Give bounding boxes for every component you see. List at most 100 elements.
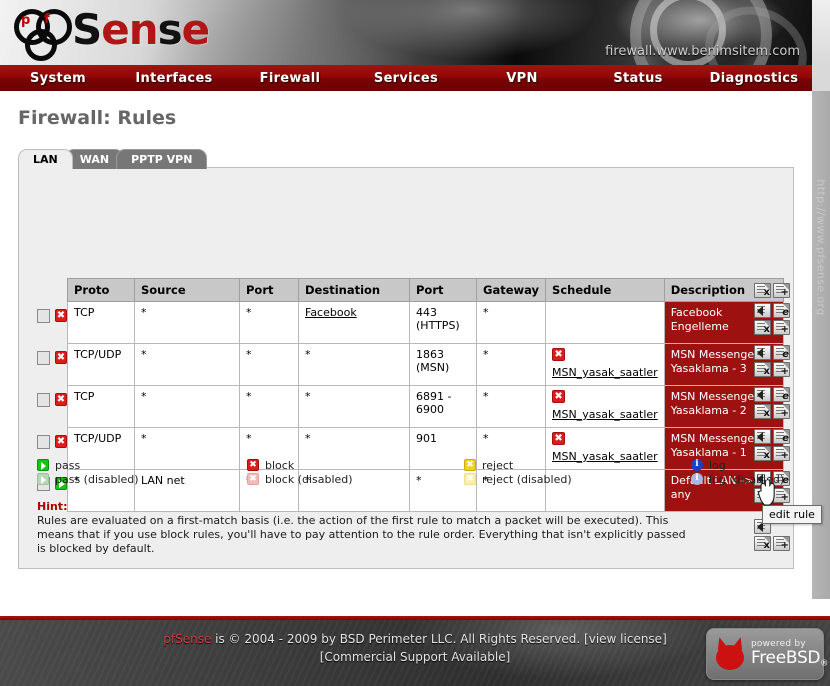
pfsense-gear-icon: p f <box>14 7 72 61</box>
column-header-destination: Destination <box>298 278 410 302</box>
log-disabled-icon <box>691 472 703 485</box>
log-icon <box>691 458 703 471</box>
cell-source-1: * <box>134 301 240 344</box>
add-new-rule-icon[interactable]: + <box>773 536 790 551</box>
edit-rule-icon-1[interactable]: e <box>773 303 790 318</box>
edit-rule-icon-4[interactable]: e <box>773 429 790 444</box>
add-new-rule-bottom-icon[interactable]: + <box>773 283 790 298</box>
row-checkbox-1[interactable] <box>37 309 50 323</box>
cell-proto-3: TCP <box>67 385 135 428</box>
schedule-block-icon-3[interactable] <box>552 390 566 403</box>
page-footer: pfSense is © 2004 - 2009 by BSD Perimete… <box>0 620 830 686</box>
page-header: p f Sense firewall.www.benimsitem.com <box>0 0 812 65</box>
gutter-header-spacer <box>37 278 67 303</box>
row-checkbox-3[interactable] <box>37 393 50 407</box>
cell-schedule-3: MSN_yasak_saatler <box>545 385 665 428</box>
pfsense-url-watermark: http://www.pfsense.org <box>814 179 828 316</box>
legend-label-block: block <box>265 458 295 472</box>
move-rule-icon-2[interactable] <box>754 345 771 360</box>
nav-item-firewall[interactable]: Firewall <box>232 71 348 86</box>
cell-schedule-1 <box>545 301 665 344</box>
delete-rule-icon-2[interactable]: x <box>754 362 771 377</box>
status-block-icon-1[interactable] <box>54 309 67 322</box>
logo-letter-f: f <box>44 12 50 27</box>
cell-gateway-1: * <box>475 301 547 344</box>
table-header-row: Proto Source Port Destination Port Gatew… <box>67 278 784 302</box>
legend-item-log: log <box>691 458 784 472</box>
nav-item-diagnostics[interactable]: Diagnostics <box>696 71 812 86</box>
row-checkbox-2[interactable] <box>37 351 50 365</box>
row-checkbox-4[interactable] <box>37 435 50 449</box>
view-license-link[interactable]: [view license] <box>584 632 667 646</box>
tab-pptp-vpn[interactable]: PPTP VPN <box>116 149 208 169</box>
powered-by-freebsd-badge[interactable]: powered by FreeBSD® <box>706 628 828 680</box>
rules-legend: pass pass (disabled) block block (disabl <box>19 458 795 494</box>
delete-rule-icon-1[interactable]: x <box>754 320 771 335</box>
cell-source-2: * <box>134 343 240 386</box>
hostname-label: firewall.www.benimsitem.com <box>605 44 800 59</box>
row-actions-3: e x + <box>754 387 798 429</box>
schedule-link-2[interactable]: MSN_yasak_saatler <box>552 366 658 379</box>
cell-destination-1: Facebook <box>298 301 410 344</box>
add-rule-icon-1[interactable]: + <box>773 320 790 335</box>
nav-right-cap <box>812 65 830 91</box>
add-rule-icon-3[interactable]: + <box>773 404 790 419</box>
legend-label-pass: pass <box>55 458 81 472</box>
edit-rule-icon-3[interactable]: e <box>773 387 790 402</box>
status-block-icon-3[interactable] <box>54 393 67 406</box>
freebsd-label: FreeBSD® <box>751 647 828 668</box>
edit-rule-icon-2[interactable]: e <box>773 345 790 360</box>
column-header-gateway: Gateway <box>475 278 547 302</box>
freebsd-daemon-icon <box>713 635 747 671</box>
legend-label-log-disabled: log (disabled) <box>709 472 785 486</box>
move-rule-icon-1[interactable] <box>754 303 771 318</box>
schedule-block-icon-4[interactable] <box>552 432 566 445</box>
hint-text: Rules are evaluated on a first-match bas… <box>37 514 686 555</box>
nav-item-system[interactable]: System <box>0 71 116 86</box>
legend-item-block-disabled: block (disabled) <box>247 472 353 486</box>
legend-item-pass: pass <box>37 458 139 472</box>
schedule-block-icon-2[interactable] <box>552 348 566 361</box>
move-rule-icon-3[interactable] <box>754 387 771 402</box>
nav-item-vpn[interactable]: VPN <box>464 71 580 86</box>
legend-column-log: log log (disabled) <box>691 458 784 486</box>
pfsense-logo[interactable]: p f Sense <box>14 4 210 61</box>
reject-icon <box>464 459 476 471</box>
row-gutter-3 <box>37 387 67 429</box>
main-navigation: System Interfaces Firewall Services VPN … <box>0 65 812 91</box>
rules-panel: Proto Source Port Destination Port Gatew… <box>18 167 794 569</box>
status-block-icon-2[interactable] <box>54 351 67 364</box>
delete-selected-rules-bottom-icon[interactable]: x <box>754 536 771 551</box>
destination-link-1[interactable]: Facebook <box>305 306 357 319</box>
commercial-support-link[interactable]: [Commercial Support Available] <box>320 650 511 664</box>
add-rule-icon-2[interactable]: + <box>773 362 790 377</box>
cell-gateway-2: * <box>475 343 547 386</box>
block-disabled-icon <box>247 473 259 485</box>
footer-brand: pfSense <box>163 632 212 646</box>
nav-item-interfaces[interactable]: Interfaces <box>116 71 232 86</box>
cell-proto-2: TCP/UDP <box>67 343 135 386</box>
status-block-icon-4[interactable] <box>54 435 67 448</box>
tab-lan[interactable]: LAN <box>18 149 73 169</box>
legend-item-reject-disabled: reject (disabled) <box>464 472 572 486</box>
schedule-link-3[interactable]: MSN_yasak_saatler <box>552 408 658 421</box>
table-row[interactable]: TCP * * * 6891 - 6900 * MSN_yasak_saatle… <box>67 385 784 428</box>
cell-destination-3: * <box>298 385 410 428</box>
logo-wordmark: Sense <box>72 5 210 54</box>
column-header-port: Port <box>239 278 299 302</box>
cell-proto-1: TCP <box>67 301 135 344</box>
cell-dest-port-1: 443 (HTTPS) <box>409 301 477 344</box>
nav-item-status[interactable]: Status <box>580 71 696 86</box>
table-row[interactable]: TCP/UDP * * * 1863 (MSN) * MSN_yasak_saa… <box>67 343 784 386</box>
cell-port-1: * <box>239 301 299 344</box>
delete-selected-rules-icon[interactable]: x <box>754 283 771 298</box>
table-row[interactable]: TCP * * Facebook 443 (HTTPS) * Facebook … <box>67 301 784 344</box>
legend-column-pass: pass pass (disabled) <box>37 458 139 486</box>
cell-gateway-3: * <box>475 385 547 428</box>
cell-port-2: * <box>239 343 299 386</box>
move-rule-icon-4[interactable] <box>754 429 771 444</box>
cell-destination-2: * <box>298 343 410 386</box>
cell-port-3: * <box>239 385 299 428</box>
delete-rule-icon-3[interactable]: x <box>754 404 771 419</box>
nav-item-services[interactable]: Services <box>348 71 464 86</box>
